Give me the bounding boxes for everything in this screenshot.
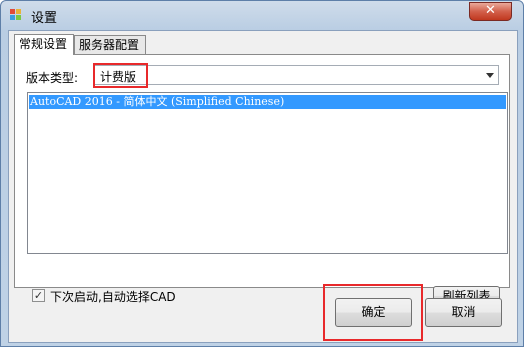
list-item[interactable]: AutoCAD 2016 - 简体中文 (Simplified Chinese) bbox=[29, 95, 506, 109]
tab-general-settings[interactable]: 常规设置 bbox=[14, 34, 74, 55]
tab-label: 常规设置 bbox=[19, 37, 68, 51]
highlight-box-ok bbox=[323, 284, 423, 341]
version-type-select[interactable]: 计费版 bbox=[94, 65, 499, 85]
auto-select-label[interactable]: 下次启动,自动选择CAD bbox=[50, 288, 176, 305]
chevron-down-icon[interactable] bbox=[486, 73, 494, 78]
auto-select-checkbox[interactable]: ✓ bbox=[32, 289, 45, 302]
cancel-button[interactable]: 取消 bbox=[425, 298, 502, 327]
highlight-box-version bbox=[93, 63, 148, 88]
app-icon bbox=[10, 9, 22, 21]
window-title: 设置 bbox=[31, 11, 58, 26]
checkmark-icon: ✓ bbox=[33, 289, 44, 302]
tab-label: 服务器配置 bbox=[79, 38, 140, 52]
general-settings-panel: 版本类型: 计费版 AutoCAD 2016 - 简体中文 (Simplifie… bbox=[14, 54, 510, 306]
close-icon: ✕ bbox=[485, 3, 496, 18]
tab-server-config[interactable]: 服务器配置 bbox=[74, 35, 146, 54]
version-type-label: 版本类型: bbox=[26, 71, 79, 85]
title-bar[interactable]: 设置 ✕ bbox=[1, 1, 523, 29]
close-button[interactable]: ✕ bbox=[469, 2, 512, 21]
dialog-body: 常规设置 服务器配置 版本类型: 计费版 AutoCAD 2016 - 简体中文… bbox=[8, 30, 518, 343]
settings-dialog: 设置 ✕ 常规设置 服务器配置 版本类型: 计费版 AutoCAD 2016 -… bbox=[0, 0, 524, 347]
cad-version-list[interactable]: AutoCAD 2016 - 简体中文 (Simplified Chinese) bbox=[27, 92, 508, 254]
